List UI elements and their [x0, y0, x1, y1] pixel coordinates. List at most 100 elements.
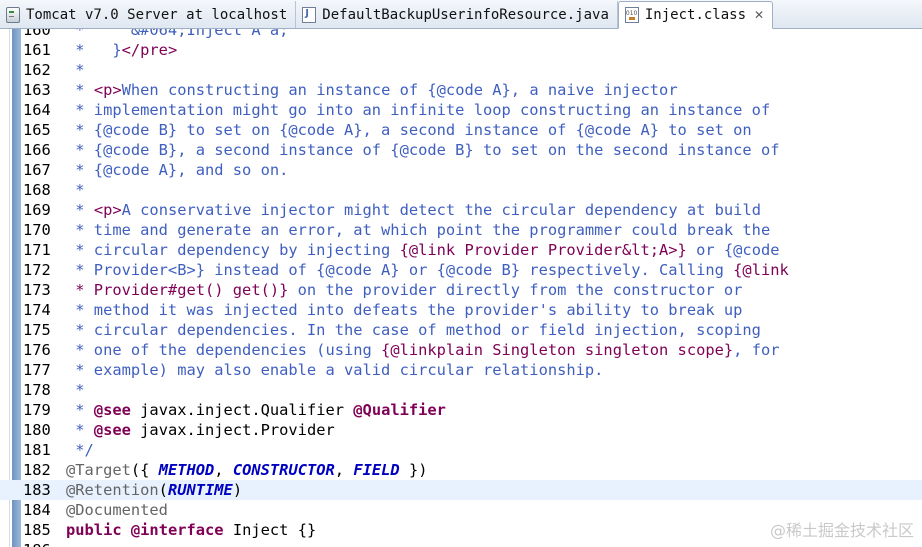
- code-token: *: [66, 421, 94, 439]
- code-line: 179 * @see javax.inject.Qualifier @Quali…: [0, 400, 922, 420]
- code-line: 175 * circular dependencies. In the case…: [0, 320, 922, 340]
- line-code: * one of the dependencies (using {@linkp…: [66, 340, 780, 360]
- server-icon: [6, 6, 20, 23]
- line-number: 169: [23, 201, 51, 219]
- code-token: {}: [288, 521, 317, 539]
- line-number: 175: [23, 321, 51, 339]
- code-token: * Provider#get() get()}: [66, 281, 289, 299]
- code-line: 172 * Provider<B>} instead of {@code A} …: [0, 260, 922, 280]
- code-token: */: [66, 441, 94, 459]
- code-line: 182 @Target({ METHOD, CONSTRUCTOR, FIELD …: [0, 460, 922, 480]
- line-code: * {@code B}, a second instance of {@code…: [66, 140, 779, 160]
- code-token: javax.inject.Qualifier: [130, 401, 354, 419]
- java-file-icon: [302, 6, 317, 23]
- code-token: * one of the dependencies (using: [66, 341, 382, 359]
- line-code: * time and generate an error, at which p…: [66, 220, 770, 240]
- code-token: {@link: [733, 261, 789, 279]
- line-code: * circular dependencies. In the case of …: [66, 320, 761, 340]
- code-line: 169 * <p>A conservative injector might d…: [0, 200, 922, 220]
- line-number: 171: [23, 241, 51, 259]
- code-token: * }: [66, 41, 122, 59]
- code-token: *: [66, 61, 85, 79]
- line-code: * method it was injected into defeats th…: [66, 300, 742, 320]
- code-line: 170 * time and generate an error, at whi…: [0, 220, 922, 240]
- code-token: * {@code B} to set on {@code A}, a secon…: [66, 121, 752, 139]
- code-token: @Qualifier: [353, 401, 446, 419]
- code-token: @Target: [66, 461, 131, 479]
- line-number: 174: [23, 301, 51, 319]
- code-line: 181 */: [0, 440, 922, 460]
- code-token: @see: [93, 401, 131, 419]
- code-line: 168 *: [0, 180, 922, 200]
- code-line: 164 * implementation might go into an in…: [0, 100, 922, 120]
- code-token: * example) may also enable a valid circu…: [66, 361, 604, 379]
- code-token: FIELD: [353, 461, 400, 479]
- code-token: *: [66, 201, 94, 219]
- code-line: 186: [0, 540, 922, 547]
- code-token: ,: [334, 461, 354, 479]
- tab-label: Tomcat v7.0 Server at localhost: [26, 6, 288, 23]
- close-tab-icon[interactable]: ✕: [754, 8, 764, 22]
- line-number: 181: [23, 441, 51, 459]
- line-number: 165: [23, 121, 51, 139]
- tab-defaultbackupuserinforesource-java[interactable]: DefaultBackupUserinfoResource.java: [296, 1, 618, 28]
- line-code: * implementation might go into an infini…: [66, 100, 770, 120]
- tab-inject-class[interactable]: Inject.class ✕: [617, 1, 774, 29]
- code-line: 162 *: [0, 60, 922, 80]
- line-code: public @interface Inject {}: [66, 520, 316, 540]
- code-token: RUNTIME: [167, 481, 233, 499]
- code-token: <p>: [93, 81, 122, 99]
- code-token: * {@code A}, and so on.: [66, 161, 289, 179]
- code-token: (: [158, 481, 168, 499]
- code-token: *: [66, 181, 85, 199]
- code-line: 166 * {@code B}, a second instance of {@…: [0, 140, 922, 160]
- code-token: <p>: [93, 201, 122, 219]
- code-token: {@link Provider Provider&lt;A>}: [399, 241, 687, 259]
- code-token: {@linkplain Singleton singleton scope}: [381, 341, 734, 359]
- code-line: 176 * one of the dependencies (using {@l…: [0, 340, 922, 360]
- line-number: 184: [23, 501, 51, 519]
- code-token: * circular dependency by injecting: [66, 241, 400, 259]
- line-code: * @see javax.inject.Provider: [66, 420, 334, 440]
- code-token: * implementation might go into an infini…: [66, 101, 771, 119]
- line-code: * {@code A}, and so on.: [66, 160, 288, 180]
- code-line: 183 @Retention(RUNTIME): [0, 480, 922, 500]
- code-token: , for: [733, 341, 780, 359]
- code-token: @interface: [130, 521, 224, 539]
- tab-label: Inject.class: [644, 7, 747, 23]
- code-token: @see: [93, 421, 131, 439]
- editor-tab-bar: Tomcat v7.0 Server at localhost DefaultB…: [0, 0, 922, 29]
- code-token: on the provider directly from the constr…: [288, 281, 743, 299]
- code-lines: 160 * &#064;Inject A a; 161 * }</pre> 162 …: [0, 29, 922, 547]
- code-line: 177 * example) may also enable a valid c…: [0, 360, 922, 380]
- line-code: *: [66, 380, 84, 400]
- code-line: 163 * <p>When constructing an instance o…: [0, 80, 922, 100]
- line-number: 182: [23, 461, 51, 479]
- line-number: 178: [23, 381, 51, 399]
- tab-tomcat-server[interactable]: Tomcat v7.0 Server at localhost: [0, 1, 297, 28]
- line-number: 173: [23, 281, 51, 299]
- line-number: 164: [23, 101, 51, 119]
- code-token: CONSTRUCTOR: [232, 461, 335, 479]
- code-token: Inject: [232, 521, 289, 539]
- code-editor[interactable]: 160 * &#064;Inject A a; 161 * }</pre> 162 …: [0, 29, 922, 547]
- line-code: *: [66, 60, 85, 80]
- code-token: ({: [130, 461, 159, 479]
- code-token: or {@code: [686, 241, 780, 259]
- line-code: @Documented: [66, 500, 168, 520]
- code-token: * Provider<B>} instead of {@code A} or {…: [66, 261, 734, 279]
- line-code: * &#064;Inject A a;: [66, 29, 288, 40]
- line-code: @Retention(RUNTIME): [66, 480, 242, 500]
- code-token: @Retention: [66, 481, 159, 499]
- line-number: 180: [23, 421, 51, 439]
- line-code: * Provider#get() get()} on the provider …: [66, 280, 742, 300]
- code-token: METHOD: [158, 461, 215, 479]
- code-token: *: [66, 81, 94, 99]
- code-line: 173 * Provider#get() get()} on the provi…: [0, 280, 922, 300]
- code-token: public: [66, 521, 122, 539]
- line-code: @Target({ METHOD, CONSTRUCTOR, FIELD }): [66, 460, 427, 480]
- code-token: A conservative injector might detect the…: [121, 201, 761, 219]
- code-token: </pre>: [121, 41, 178, 59]
- code-token: * circular dependencies. In the case of …: [66, 321, 761, 339]
